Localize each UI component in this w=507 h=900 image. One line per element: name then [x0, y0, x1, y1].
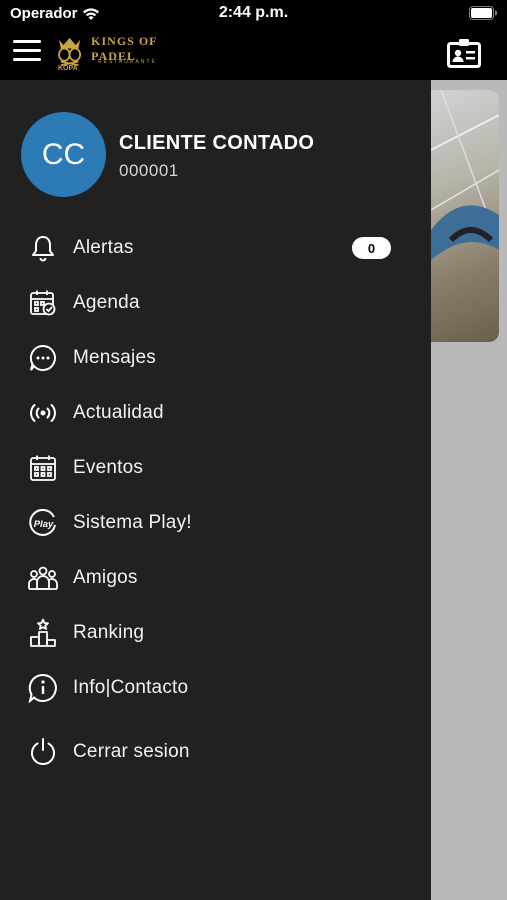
- featured-photo[interactable]: [431, 90, 499, 342]
- hamburger-icon[interactable]: [13, 40, 41, 62]
- chat-bubble-icon: [28, 343, 58, 373]
- menu-label-alertas: Alertas: [73, 237, 134, 258]
- menu-label-cerrar-sesion: Cerrar sesion: [73, 741, 190, 762]
- bell-icon: [28, 233, 58, 263]
- alert-count-badge: 0: [352, 237, 391, 259]
- contact-card-icon[interactable]: [447, 38, 481, 68]
- power-icon: [28, 737, 58, 767]
- menu-label-mensajes: Mensajes: [73, 347, 156, 368]
- status-bar: Operador 2:44 p.m.: [0, 0, 507, 28]
- play-logo-icon: Play: [28, 508, 58, 538]
- menu-item-eventos[interactable]: Eventos: [0, 446, 431, 490]
- menu-label-actualidad: Actualidad: [73, 402, 164, 423]
- menu-item-actualidad[interactable]: Actualidad: [0, 391, 431, 435]
- menu-label-amigos: Amigos: [73, 567, 138, 588]
- side-drawer: CC CLIENTE CONTADO 000001 Alertas 0 Agen…: [0, 80, 431, 900]
- calendar-check-icon: [28, 288, 58, 318]
- menu-label-agenda: Agenda: [73, 292, 140, 313]
- menu-item-sistema-play[interactable]: Play Sistema Play!: [0, 501, 431, 545]
- menu-item-info-contacto[interactable]: Info|Contacto: [0, 666, 431, 710]
- user-id: 000001: [119, 161, 179, 180]
- logo-abbr: KOPA: [58, 65, 78, 72]
- app-header: KINGS OF PADEL RESTAURANTE KOPA: [0, 28, 507, 80]
- calendar-grid-icon: [28, 453, 58, 483]
- menu-item-amigos[interactable]: Amigos: [0, 556, 431, 600]
- app-logo: KINGS OF PADEL RESTAURANTE KOPA: [52, 29, 192, 75]
- avatar-initials: CC: [41, 137, 86, 171]
- svg-text:Play: Play: [34, 519, 54, 530]
- menu-label-ranking: Ranking: [73, 622, 145, 643]
- menu-item-cerrar-sesion[interactable]: Cerrar sesion: [0, 730, 431, 774]
- podium-icon: [28, 618, 58, 648]
- user-name: CLIENTE CONTADO: [119, 132, 315, 154]
- broadcast-icon: [28, 398, 58, 428]
- info-bubble-icon: [28, 673, 58, 703]
- status-time: 2:44 p.m.: [218, 4, 289, 21]
- logo-subtitle: RESTAURANTE: [98, 59, 157, 65]
- avatar[interactable]: CC: [21, 112, 106, 197]
- menu-item-mensajes[interactable]: Mensajes: [0, 336, 431, 380]
- menu-label-sistema-play: Sistema Play!: [73, 512, 192, 533]
- menu-item-agenda[interactable]: Agenda: [0, 281, 431, 325]
- menu-item-alertas[interactable]: Alertas 0: [0, 226, 431, 270]
- menu-label-eventos: Eventos: [73, 457, 144, 478]
- friends-icon: [28, 563, 58, 593]
- menu-label-info-contacto: Info|Contacto: [73, 677, 189, 698]
- menu-item-ranking[interactable]: Ranking: [0, 611, 431, 655]
- battery-icon: [469, 6, 497, 20]
